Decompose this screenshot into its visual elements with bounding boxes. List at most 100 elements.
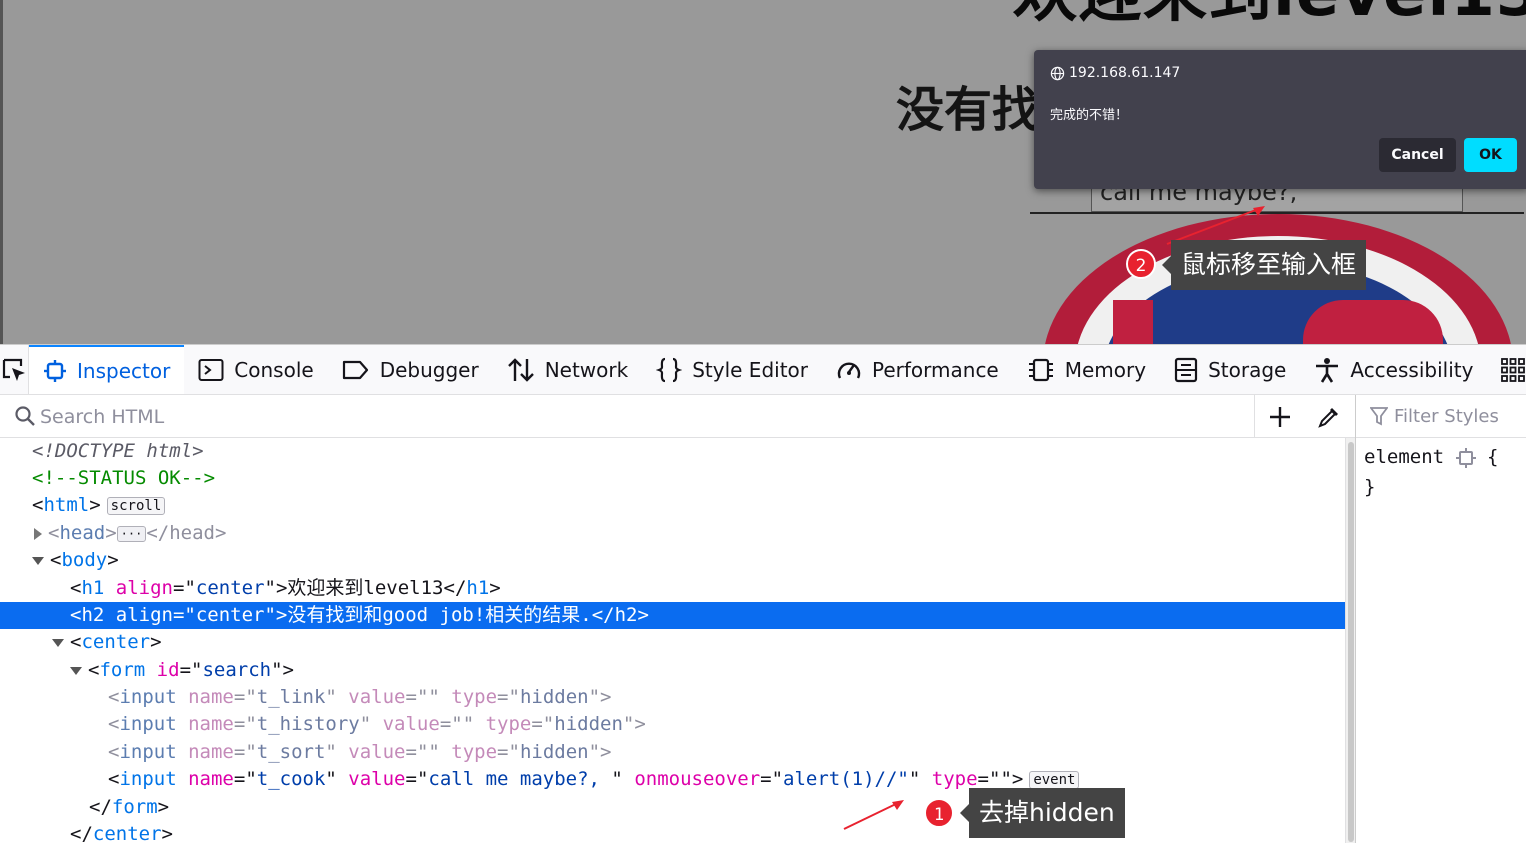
tab-label: Memory [1064,357,1147,382]
alert-origin: 192.168.61.147 [1050,65,1180,81]
expand-twisty[interactable] [34,527,42,540]
filter-styles-input[interactable] [1394,405,1524,427]
collapsed-ellipsis[interactable]: ··· [116,525,147,542]
console-icon [198,358,224,381]
tab-label: Performance [872,357,999,382]
attr-value: alert(1)//" [783,768,909,790]
collapse-twisty[interactable] [32,556,44,565]
application-icon [1501,357,1526,382]
markup-node-selected[interactable]: <h2 align="center">没有找到和good job!相关的结果.<… [0,602,1345,629]
event-badge[interactable]: event [1029,770,1080,789]
level-logo-mark [1113,300,1153,344]
node-text: 欢迎来到level13 [287,577,444,599]
scroll-badge[interactable]: scroll [106,496,166,515]
attr-value: hidden [519,741,589,763]
markup-node[interactable]: <form id="search"> [0,657,1345,684]
scrollbar-thumb[interactable] [1348,442,1354,842]
alert-message: 完成的不错！ [1050,108,1129,123]
collapse-twisty[interactable] [70,666,82,675]
element-picker-icon [2,358,25,381]
markup-node[interactable]: <input name="t_history" value="" type="h… [0,711,1345,738]
tab-style-editor[interactable]: Style Editor [642,345,822,394]
attr-name: align [115,577,173,599]
markup-node[interactable]: <head> ··· </head> [0,520,1345,547]
rules-pane: element { } [1355,395,1526,843]
annotation-label: 鼠标移至输入框 [1161,240,1367,290]
tab-memory[interactable]: Memory [1013,345,1160,394]
annotation-step-badge: 1 [924,798,954,828]
markup-node[interactable]: <input name="t_sort" value="" type="hidd… [0,739,1345,766]
tab-label: Storage [1208,357,1287,382]
filter-styles-row [1356,395,1526,438]
performance-icon [837,361,861,379]
markup-node[interactable]: <h1 align="center">欢迎来到level13</h1> [0,575,1345,602]
tab-performance[interactable]: Performance [822,345,1013,394]
tab-label: Debugger [379,357,479,382]
tab-network[interactable]: Network [493,345,643,394]
tag-name: body [61,549,108,571]
search-html-input[interactable] [40,403,1240,431]
tab-inspector[interactable]: Inspector [29,345,185,394]
markup-node[interactable]: <input name="t_cook" value="call me mayb… [0,766,1345,793]
attr-value: center [195,577,265,599]
storage-icon [1174,357,1198,382]
tab-application[interactable]: Ap [1487,345,1526,394]
node-highlight-icon[interactable] [1455,447,1476,468]
markup-node[interactable]: <input name="t_link" value="" type="hidd… [0,684,1345,711]
level-logo-mark [1303,300,1443,344]
tag-name: html [43,494,90,516]
markup-node[interactable]: </center> [0,821,1345,843]
annotation-arrow [843,800,904,830]
eyedropper-button[interactable] [1304,395,1354,438]
markup-node[interactable]: <center> [0,629,1345,656]
attr-value: hidden [519,686,589,708]
plus-icon [1269,406,1290,427]
globe-icon [1050,66,1065,80]
style-editor-icon [656,357,683,382]
tag-name: form [111,796,158,818]
annotation-label: 去掉hidden [960,788,1125,838]
tab-debugger[interactable]: Debugger [328,345,493,394]
attr-name: id [156,659,180,681]
page-divider [1030,212,1524,214]
rule-close-brace: } [1364,476,1376,498]
tab-label: Style Editor [692,357,808,382]
ok-button[interactable]: OK [1464,138,1517,172]
tab-console[interactable]: Console [184,345,327,394]
element-rule[interactable]: element { } [1356,438,1526,506]
devtools-toolbar: Inspector Console Debugger Network Style… [0,344,1526,395]
attr-value: t_cook [256,768,326,790]
cancel-button[interactable]: Cancel [1379,138,1456,172]
collapse-twisty[interactable] [52,638,64,647]
doctype-text: <!DOCTYPE html> [32,440,204,462]
network-icon [507,357,534,382]
eyedropper-icon [1318,407,1338,428]
markup-node[interactable]: <html> scroll [0,492,1345,519]
comment-text: <!--STATUS OK--> [32,467,216,489]
element-picker-button[interactable] [0,345,29,394]
attr-value: t_link [256,686,326,708]
tag-name: center [92,823,162,843]
tab-storage[interactable]: Storage [1160,345,1300,394]
inspector-icon [44,360,66,382]
markup-tree: <!DOCTYPE html> <!--STATUS OK--> <html> s… [0,438,1345,843]
accessibility-icon [1316,357,1339,383]
debugger-icon [342,360,368,379]
tab-accessibility[interactable]: Accessibility [1300,345,1487,394]
markup-node[interactable]: <body> [0,547,1345,574]
alert-origin-text: 192.168.61.147 [1069,65,1181,81]
memory-icon [1028,358,1053,381]
markup-node[interactable]: <!--STATUS OK--> [0,465,1345,492]
tag-name: head [59,522,106,544]
markup-search-row [0,395,1355,438]
search-icon [15,406,35,426]
add-node-button[interactable] [1254,395,1304,438]
alert-dialog: 192.168.61.147 完成的不错！ Cancel OK [1034,50,1526,189]
markup-node[interactable]: </form> [0,794,1345,821]
filter-icon [1370,407,1388,426]
annotation-step-badge: 2 [1126,249,1156,279]
tab-label: Console [234,357,314,382]
attr-value: t_history [256,713,360,735]
markup-node[interactable]: <!DOCTYPE html> [0,438,1345,465]
markup-scrollbar[interactable] [1345,438,1355,843]
